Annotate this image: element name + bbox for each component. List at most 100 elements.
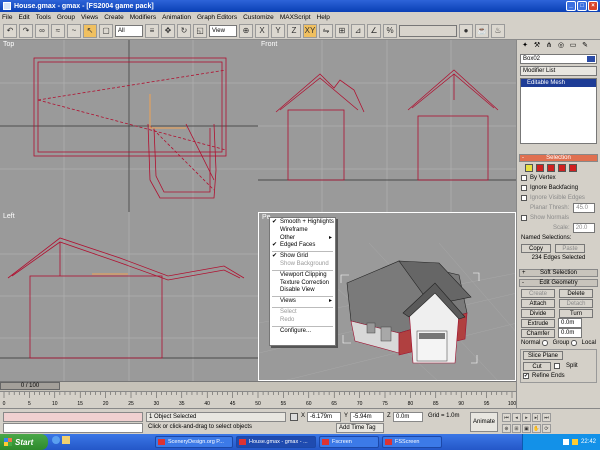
menu-customize[interactable]: Customize [243,14,274,21]
extrude-button[interactable]: Extrude [521,318,555,328]
task-fsscreen[interactable]: FSScreen [382,436,442,448]
restrict-y-icon[interactable]: Y [271,23,285,38]
add-time-tag-button[interactable]: Add Time Tag [336,423,384,433]
select-object-icon[interactable]: ↖ [83,23,97,38]
y-coordinate-field[interactable]: -5.94m [350,412,384,422]
polygon-level-icon[interactable] [558,164,566,172]
ie-icon[interactable] [52,436,60,444]
stack-item-editable-mesh[interactable]: Editable Mesh [521,79,596,87]
menu-item-wireframe[interactable]: Wireframe [270,227,335,235]
menu-item-edged-faces[interactable]: ✔ Edged Faces [270,242,335,250]
restrict-x-icon[interactable]: X [255,23,269,38]
task-gmax[interactable]: House.gmax - gmax - ... [236,436,316,448]
previous-frame-icon[interactable]: ◂ [512,413,521,422]
menu-file[interactable]: File [2,14,12,21]
zoom-extents-icon[interactable]: ▣ [522,424,531,433]
show-normals-checkbox[interactable]: Show Normals [521,214,596,222]
maxscript-listener-field[interactable] [3,412,143,422]
folder-icon[interactable] [62,436,70,444]
redo-icon[interactable]: ↷ [19,23,33,38]
x-coordinate-field[interactable]: -6.179m [307,412,341,422]
select-rotate-icon[interactable]: ↻ [177,23,191,38]
hierarchy-tab-icon[interactable]: ⋔ [544,41,554,51]
menu-graph-editors[interactable]: Graph Editors [197,14,237,21]
divide-button[interactable]: Divide [521,308,555,318]
arc-rotate-icon[interactable]: ⟳ [542,424,551,433]
edge-level-icon[interactable] [536,164,544,172]
close-button[interactable]: × [588,1,598,11]
material-editor-icon[interactable]: ● [459,23,473,38]
menu-item-views[interactable]: Views ▸ [270,298,335,306]
viewport-label-front[interactable]: Front [261,41,277,48]
zoom-all-icon[interactable]: ⊞ [512,424,521,433]
maximize-button[interactable]: □ [577,1,587,11]
scale-spinner[interactable]: 20.0 [572,223,595,233]
turn-button[interactable]: Turn [559,308,593,318]
play-icon[interactable]: ▸ [522,413,531,422]
menu-item-disable-view[interactable]: Disable View [270,287,335,295]
menu-item-texture-correction[interactable]: Texture Correction [270,280,335,288]
select-by-name-icon[interactable]: ≡ [145,23,159,38]
viewport-label-top[interactable]: Top [3,41,14,48]
ignore-visible-edges-checkbox[interactable]: Ignore Visible Edges [521,194,596,202]
tray-icon[interactable] [562,439,569,445]
task-fscreen[interactable]: Fscreen [319,436,379,448]
task-scenerydesign[interactable]: SceneryDesign.org P... [155,436,233,448]
percent-snap-icon[interactable]: % [383,23,397,38]
teapot-icon[interactable]: ♨ [491,23,505,38]
viewport-label-left[interactable]: Left [3,213,15,220]
bind-space-warp-icon[interactable]: ~ [67,23,81,38]
undo-icon[interactable]: ↶ [3,23,17,38]
vertex-level-icon[interactable] [525,164,533,172]
go-to-end-icon[interactable]: ⏭ [542,413,551,422]
modifier-list-dropdown[interactable]: Modifier List [520,66,597,76]
menu-item-viewport-clipping[interactable]: Viewport Clipping [270,272,335,280]
menu-tools[interactable]: Tools [36,14,51,21]
named-selection-dropdown[interactable] [399,24,457,37]
slice-plane-button[interactable]: Slice Plane [523,351,563,360]
menu-create[interactable]: Create [104,14,124,21]
angle-snap-icon[interactable]: ∠ [367,23,381,38]
utilities-tab-icon[interactable]: ✎ [580,41,590,51]
menu-help[interactable]: Help [317,14,330,21]
next-frame-icon[interactable]: ▸| [532,413,541,422]
create-button[interactable]: Create [521,288,555,298]
select-move-icon[interactable]: ✥ [161,23,175,38]
planar-thresh-spinner[interactable]: 45.0 [573,203,596,213]
align-icon[interactable]: ⊞ [335,23,349,38]
tray-icon[interactable] [571,439,578,445]
menu-views[interactable]: Views [81,14,98,21]
select-region-icon[interactable]: ▢ [99,23,113,38]
menu-item-show-grid[interactable]: ✔ Show Grid [270,253,335,261]
ignore-backfacing-checkbox[interactable]: Ignore Backfacing [521,184,596,192]
render-icon[interactable]: ☕ [475,23,489,38]
edit-geometry-rollout-header[interactable]: - Edit Geometry [519,279,598,287]
chamfer-spinner[interactable]: 0.0m [558,328,582,338]
reference-coordinate-dropdown[interactable]: View [209,24,237,37]
create-tab-icon[interactable]: ✦ [520,41,530,51]
front-viewport[interactable]: Front [258,40,516,212]
extrude-spinner[interactable]: 0.0m [558,318,582,328]
lock-selection-icon[interactable] [290,413,298,421]
motion-tab-icon[interactable]: ◎ [556,41,566,51]
pan-icon[interactable]: ✋ [532,424,541,433]
detach-button[interactable]: Detach [559,298,593,308]
menu-animation[interactable]: Animation [162,14,191,21]
chamfer-button[interactable]: Chamfer [521,328,555,338]
menu-item-configure[interactable]: Configure... [270,328,335,336]
cut-button[interactable]: Cut [523,361,551,371]
selection-filter-dropdown[interactable]: All [115,24,143,37]
track-bar[interactable] [0,381,516,391]
maxscript-output-field[interactable] [3,423,143,433]
menu-maxscript[interactable]: MAXScript [280,14,311,21]
snap-toggle-icon[interactable]: ⊿ [351,23,365,38]
menu-item-smooth-highlights[interactable]: ✔ Smooth + Highlights [270,219,335,227]
left-viewport[interactable]: Left [0,212,258,381]
element-level-icon[interactable] [569,164,577,172]
local-radio[interactable] [571,340,577,346]
object-color-swatch[interactable] [587,56,595,62]
menu-modifiers[interactable]: Modifiers [130,14,156,21]
by-vertex-checkbox[interactable]: By Vertex [521,174,596,182]
top-viewport[interactable]: Top [0,40,258,212]
object-name-field[interactable]: Box02 [520,54,597,64]
